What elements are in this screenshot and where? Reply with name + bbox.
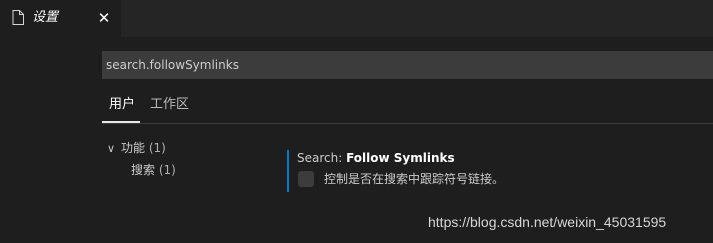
toc-item-search[interactable]: 搜索 (1) — [131, 162, 176, 178]
watermark: https://blog.csdn.net/weixin_45031595 — [428, 214, 667, 230]
tab-label: 设置 — [32, 10, 59, 25]
close-icon[interactable]: ✕ — [95, 9, 113, 27]
toc-group-features[interactable]: ∨ 功能 (1) — [107, 140, 166, 157]
toc-group-count: (1) — [148, 141, 166, 155]
settings-scope-tabs: 用户 工作区 — [102, 92, 713, 124]
active-tab-indicator — [102, 121, 140, 123]
toc-item-label: 搜索 — [131, 163, 156, 177]
setting-title: Search: Follow Symlinks — [297, 151, 455, 166]
toc-item-count: (1) — [158, 163, 176, 177]
settings-search-input[interactable] — [102, 51, 706, 79]
settings-search-box — [102, 51, 713, 79]
file-icon — [12, 10, 24, 29]
chevron-down-icon: ∨ — [107, 142, 116, 155]
toc-group-label: 功能 — [121, 141, 146, 155]
editor-tab-bar: 设置 ✕ — [0, 0, 713, 37]
setting-category: Search: — [297, 151, 347, 165]
tab-user[interactable]: 用户 — [109, 96, 135, 114]
tab-workspace[interactable]: 工作区 — [150, 96, 189, 114]
setting-name: Follow Symlinks — [346, 151, 455, 165]
setting-description: 控制是否在搜索中跟踪符号链接。 — [324, 172, 505, 186]
follow-symlinks-checkbox[interactable] — [298, 171, 314, 187]
setting-item: Search: Follow Symlinks 控制是否在搜索中跟踪符号链接。 — [287, 150, 709, 192]
tab-settings[interactable]: 设置 ✕ — [0, 0, 121, 37]
